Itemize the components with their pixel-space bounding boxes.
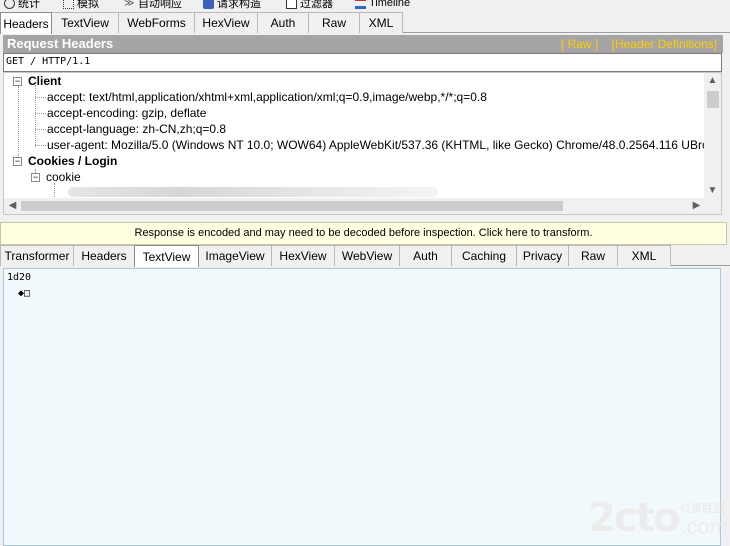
toolbar-item-filters[interactable]: 过滤器: [286, 0, 333, 10]
tab-response-raw[interactable]: Raw: [568, 245, 618, 266]
tab-response-xml[interactable]: XML: [617, 245, 671, 266]
tree-connector: [18, 86, 19, 164]
tree-connector: [35, 85, 36, 147]
scroll-up-icon[interactable]: ▲: [704, 73, 721, 89]
cookie-item[interactable]: cookie: [46, 169, 81, 185]
tab-hexview[interactable]: HexView: [194, 12, 258, 33]
tab-response-textview[interactable]: TextView: [134, 245, 199, 267]
toolbar-item-label: 自动响应: [138, 0, 182, 10]
tree-connector: [35, 145, 46, 146]
toolbar-item-statistics[interactable]: 统计: [4, 0, 40, 10]
tab-webview[interactable]: WebView: [334, 245, 400, 266]
tab-headers[interactable]: Headers: [0, 12, 52, 34]
watermark-logo: 2cto: [588, 495, 680, 541]
request-headers-title: Request Headers: [7, 36, 114, 51]
header-accept[interactable]: accept: text/html,application/xhtml+xml,…: [47, 89, 487, 105]
collapse-client-icon[interactable]: −: [13, 77, 22, 86]
tab-auth[interactable]: Auth: [257, 12, 309, 33]
watermark-domain: .com: [680, 514, 728, 539]
collapse-cookie-icon[interactable]: −: [31, 173, 40, 182]
header-user-agent[interactable]: user-agent: Mozilla/5.0 (Windows NT 10.0…: [47, 137, 721, 153]
tab-imageview[interactable]: ImageView: [198, 245, 272, 266]
tab-xml[interactable]: XML: [359, 12, 403, 33]
request-headers-title-bar: Request Headers [ Raw ] [Header Definiti…: [3, 35, 723, 53]
tab-response-hexview[interactable]: HexView: [271, 245, 335, 266]
tree-connector: [35, 97, 46, 98]
decode-warning-bar[interactable]: Response is encoded and may need to be d…: [0, 222, 727, 245]
collapse-cookies-icon[interactable]: −: [13, 157, 22, 166]
clock-icon: [4, 0, 15, 9]
cookies-group-label[interactable]: Cookies / Login: [28, 153, 117, 169]
scrollbar-thumb[interactable]: [21, 201, 563, 211]
response-line-2: ◆□: [18, 288, 31, 299]
client-group-label[interactable]: Client: [28, 73, 61, 89]
scroll-down-icon[interactable]: ▼: [704, 183, 721, 199]
raw-link[interactable]: [ Raw ]: [561, 37, 598, 51]
headers-horizontal-scrollbar[interactable]: ◀ ▶: [4, 198, 721, 214]
request-tab-bar: Headers TextView WebForms HexView Auth R…: [0, 12, 730, 34]
response-line-1: 1d20: [7, 272, 32, 283]
tab-textview[interactable]: TextView: [51, 12, 119, 33]
lightning-icon: ≫: [124, 0, 135, 9]
composer-icon: [203, 0, 214, 9]
header-accept-language[interactable]: accept-language: zh-CN,zh;q=0.8: [47, 121, 226, 137]
site-watermark: 2cto 红黑联盟 .com: [588, 498, 728, 538]
top-toolbar: 统计 模拟 ≫ 自动响应 请求构造 过滤器 Timeline: [0, 0, 730, 12]
tab-privacy[interactable]: Privacy: [516, 245, 569, 266]
tab-webforms[interactable]: WebForms: [118, 12, 195, 33]
scroll-right-icon[interactable]: ▶: [688, 198, 705, 214]
tab-transformer[interactable]: Transformer: [0, 245, 74, 266]
response-tab-bar: Transformer Headers TextView ImageView H…: [0, 245, 730, 267]
toolbar-item-label: 模拟: [77, 0, 99, 10]
request-line: GET / HTTP/1.1: [3, 53, 722, 72]
toolbar-item-label: 请求构造: [217, 0, 261, 10]
toolbar-item-label: 过滤器: [300, 0, 333, 10]
grid-icon: [63, 0, 74, 9]
toolbar-item-mock[interactable]: 模拟: [63, 0, 99, 10]
tree-connector: [35, 129, 46, 130]
checkbox-icon: [286, 0, 297, 9]
tree-connector: [54, 183, 55, 197]
header-accept-encoding[interactable]: accept-encoding: gzip, deflate: [47, 105, 206, 121]
scrollbar-thumb[interactable]: [707, 91, 719, 108]
scroll-left-icon[interactable]: ◀: [4, 198, 21, 214]
redacted-cookie-value: [68, 187, 438, 197]
tab-response-headers[interactable]: Headers: [73, 245, 135, 266]
headers-tree: − Client accept: text/html,application/x…: [3, 72, 722, 215]
timeline-icon: [355, 0, 366, 9]
tab-raw[interactable]: Raw: [308, 12, 360, 33]
tab-caching[interactable]: Caching: [451, 245, 517, 266]
headers-vertical-scrollbar[interactable]: ▲ ▼: [704, 73, 721, 200]
toolbar-item-label: Timeline: [369, 0, 411, 9]
tree-connector: [35, 113, 46, 114]
toolbar-item-composer[interactable]: 请求构造: [203, 0, 261, 10]
toolbar-item-autoresponder[interactable]: ≫ 自动响应: [124, 0, 182, 10]
tab-response-auth[interactable]: Auth: [399, 245, 452, 266]
header-definitions-link[interactable]: [Header Definitions]: [612, 37, 717, 51]
toolbar-item-label: 统计: [18, 0, 40, 10]
toolbar-item-timeline[interactable]: Timeline: [355, 0, 410, 10]
